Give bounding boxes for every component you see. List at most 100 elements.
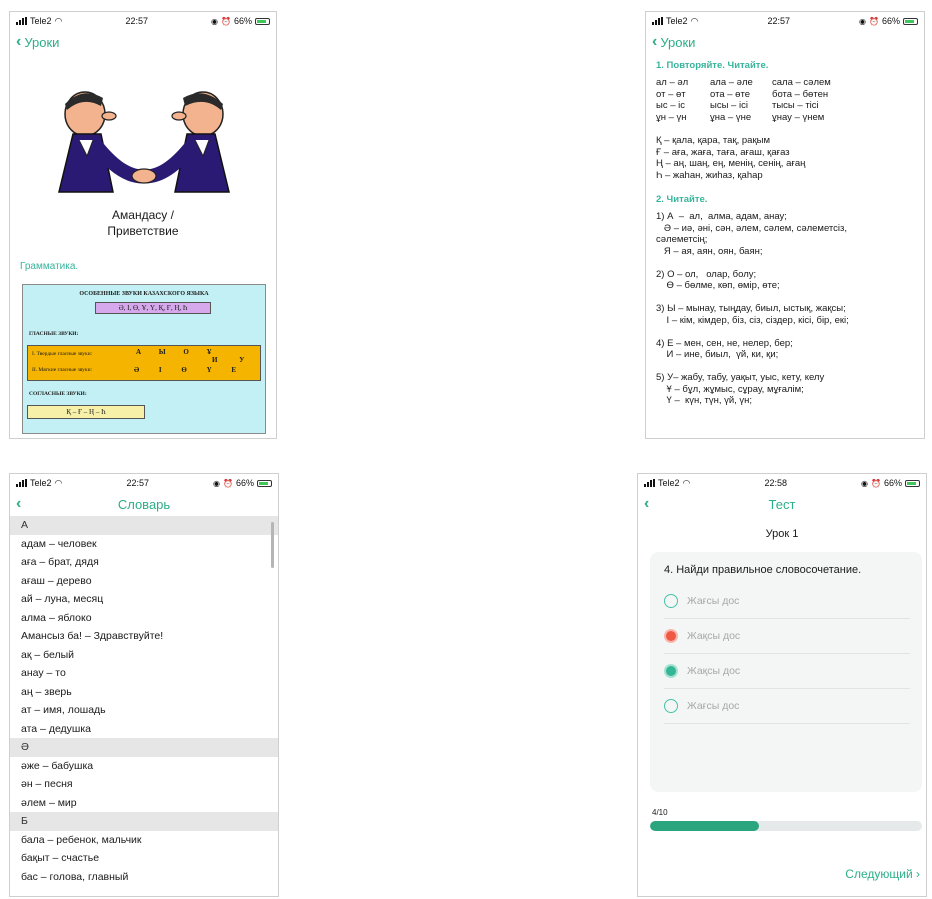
- test-screen: Tele2 ◠ 22:58 ◉ ⏰ 66% ‹ Тест Урок 1 4. Н…: [637, 473, 927, 897]
- pair-row: ал – әл ала – әле сала – сәлем: [656, 77, 831, 88]
- radio-wrong[interactable]: [664, 629, 678, 643]
- list-item[interactable]: әже – бабушка: [10, 757, 278, 776]
- back-button[interactable]: ‹: [16, 496, 21, 512]
- reading-content: 1. Повторяйте. Читайте. ал – әл ала – әле…: [646, 60, 924, 407]
- list-item[interactable]: ат – имя, лошадь: [10, 701, 278, 720]
- list-item[interactable]: ай – луна, месяц: [10, 590, 278, 609]
- status-bar: Tele2 ◠ 22:57 ◉ ⏰ 66%: [10, 474, 278, 492]
- battery-percent: 66%: [233, 16, 252, 26]
- vowels-heading: ГЛАСНЫЕ ЗВУКИ:: [29, 331, 79, 338]
- chevron-left-icon: ‹: [652, 33, 658, 50]
- radio-button[interactable]: [664, 594, 678, 608]
- back-button[interactable]: ‹: [644, 496, 649, 512]
- scrollbar[interactable]: [271, 522, 274, 568]
- wifi-icon: ◠: [682, 477, 691, 488]
- list-item[interactable]: анау – то: [10, 664, 278, 683]
- carrier-label: Tele2: [666, 16, 688, 26]
- answer-option[interactable]: Жақсы дос: [664, 654, 910, 689]
- radio-button[interactable]: [664, 699, 678, 713]
- answer-option-label: Жақсы дос: [687, 630, 741, 642]
- list-item[interactable]: әлем – мир: [10, 794, 278, 813]
- list-item[interactable]: ән – песня: [10, 775, 278, 794]
- hard-vowels-letters: А Ы О Ұ: [136, 348, 220, 357]
- list-item[interactable]: ағаш – дерево: [10, 572, 278, 591]
- dictionary-screen: Tele2 ◠ 22:57 ◉ ⏰ 66% ‹ Словарь Аадам – …: [9, 473, 279, 897]
- grammar-section-label: Грамматика.: [20, 261, 79, 273]
- list-item[interactable]: ата – дедушка: [10, 720, 278, 739]
- location-icon: ◉: [213, 478, 221, 488]
- letter-examples: Қ – қала, қара, тақ, рақым Ғ – аға, жаға…: [656, 135, 914, 181]
- battery-percent: 66%: [881, 16, 900, 26]
- pair-row: ұн – үн ұна – үне ұнау – үнем: [656, 111, 825, 123]
- lesson-screen: Tele2 ◠ 22:57 ◉ ⏰ 66% ‹ Уроки Амандасу /…: [9, 11, 277, 439]
- radio-correct[interactable]: [664, 664, 678, 678]
- status-bar: Tele2 ◠ 22:57 ◉ ⏰ 66%: [646, 12, 924, 30]
- battery-icon: [905, 479, 920, 487]
- dictionary-list[interactable]: Аадам – человек аға – брат, дядя ағаш – де…: [10, 516, 278, 896]
- back-button[interactable]: ‹ Уроки: [652, 34, 695, 50]
- list-item[interactable]: Амансыз ба! – Здравствуйте!: [10, 627, 278, 646]
- list-item[interactable]: алма – яблоко: [10, 609, 278, 628]
- list-item[interactable]: бас – голова, главный: [10, 868, 278, 887]
- signal-icon: [644, 479, 655, 487]
- status-bar: Tele2 ◠ 22:58 ◉ ⏰ 66%: [638, 474, 926, 492]
- consonants-box: Қ – Ғ – Ң – Һ: [27, 405, 145, 420]
- consonants-heading: СОГЛАСНЫЕ ЗВУКИ:: [29, 391, 87, 398]
- section-header: Б: [10, 812, 278, 831]
- handshake-illustration: [58, 91, 230, 193]
- reading-screen: Tele2 ◠ 22:57 ◉ ⏰ 66% ‹ Уроки 1. Повторя…: [645, 11, 925, 439]
- signal-icon: [652, 17, 663, 25]
- list-item[interactable]: ақ – белый: [10, 646, 278, 665]
- letter-example: Ң – аң, шаң, ең, менің, сенің, ағаң: [656, 158, 806, 169]
- location-icon: ◉: [861, 478, 869, 488]
- exercise-2-heading: 2. Читайте.: [656, 194, 708, 205]
- back-label: Уроки: [660, 34, 696, 50]
- answer-option[interactable]: Жақсы дос: [664, 619, 910, 654]
- hard-vowels-label: I. Твердые гласные звуки:: [32, 351, 93, 358]
- letter-example: Һ – жаһан, жиһаз, қаһар: [656, 169, 763, 181]
- page-title: Словарь: [117, 496, 171, 512]
- question-card: 4. Найди правильное словосочетание. Жағс…: [650, 552, 922, 792]
- back-button[interactable]: ‹ Уроки: [16, 34, 59, 50]
- list-item[interactable]: аға – брат, дядя: [10, 553, 278, 572]
- lesson-title-russian: Приветствие: [107, 223, 179, 238]
- wifi-icon: ◠: [690, 15, 699, 26]
- lesson-title: Амандасу / Приветствие: [10, 208, 276, 239]
- answer-option[interactable]: Жағсы дос: [664, 584, 910, 619]
- answer-options: Жағсы дос Жақсы дос Жақсы дос Жағсы дос: [664, 584, 910, 724]
- signal-icon: [16, 17, 27, 25]
- next-button[interactable]: Следующий ›: [845, 867, 920, 881]
- grammar-card: ОСОБЕННЫЕ ЗВУКИ КАЗАХСКОГО ЯЗЫКА Ә, І, Ө…: [22, 284, 266, 435]
- exercise-2-text: 1) А – ал, алма, адам, анау; Ә – иә, әні…: [656, 211, 849, 406]
- list-item[interactable]: бақыт – счастье: [10, 849, 278, 868]
- back-label: Уроки: [24, 34, 60, 50]
- carrier-label: Tele2: [658, 478, 680, 488]
- special-letters-box: Ә, І, Ө, Ұ, Ү, Қ, Ғ, Ң, Һ: [95, 302, 211, 315]
- list-item[interactable]: бала – ребенок, мальчик: [10, 831, 278, 850]
- signal-icon: [16, 479, 27, 487]
- carrier-label: Tele2: [30, 16, 52, 26]
- answer-option[interactable]: Жағсы дос: [664, 689, 910, 724]
- section-header: А: [10, 516, 278, 535]
- status-time: 22:57: [767, 16, 790, 26]
- list-item[interactable]: аң – зверь: [10, 683, 278, 702]
- status-bar: Tele2 ◠ 22:57 ◉ ⏰ 66%: [10, 12, 276, 30]
- location-icon: ◉: [211, 16, 219, 26]
- battery-percent: 66%: [883, 478, 902, 488]
- list-item[interactable]: адам – человек: [10, 535, 278, 554]
- card-title: ОСОБЕННЫЕ ЗВУКИ КАЗАХСКОГО ЯЗЫКА: [79, 291, 209, 298]
- lesson-label: Урок 1: [765, 528, 799, 540]
- battery-icon: [255, 17, 270, 25]
- progress-fill: [650, 821, 759, 831]
- answer-option-label: Жағсы дос: [687, 700, 740, 712]
- lesson-title-kazakh: Амандасу /: [112, 208, 174, 222]
- syllable-pairs: ал – әл ала – әле сала – сәлем от – өт ота …: [656, 77, 914, 123]
- battery-icon: [257, 479, 272, 487]
- soft-vowels-label: II. Мягкие гласные звуки:: [32, 367, 93, 374]
- pair-row: от – өт ота – өте бота – бөтен: [656, 88, 829, 100]
- nav-bar: ‹ Тест: [638, 492, 926, 516]
- extra-vowels-letters: И У: [212, 356, 255, 365]
- question-text: 4. Найди правильное словосочетание.: [664, 564, 862, 576]
- chevron-left-icon: ‹: [644, 495, 650, 512]
- chevron-left-icon: ‹: [16, 33, 22, 50]
